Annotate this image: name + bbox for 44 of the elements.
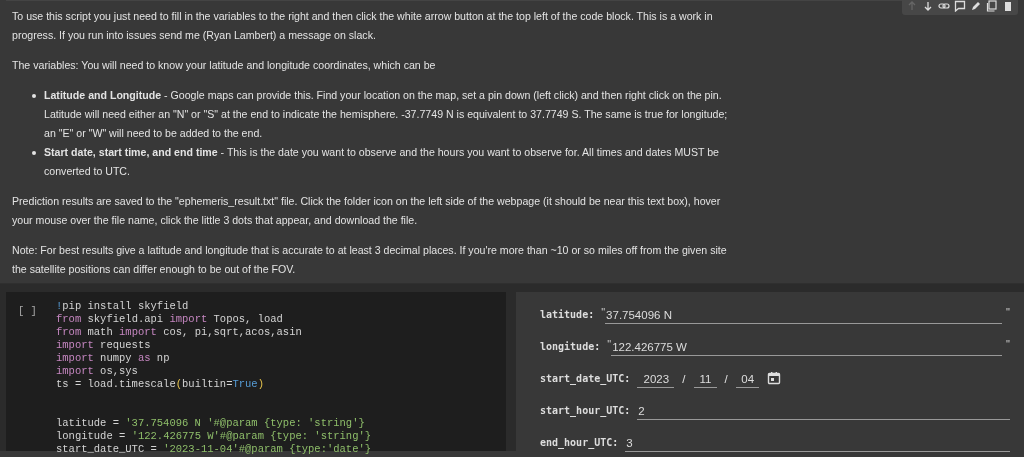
code-line: from math import cos, pi,sqrt,acos,asin	[56, 326, 302, 338]
link-icon[interactable]	[938, 0, 950, 12]
date-field[interactable]: 11	[693, 373, 717, 388]
calendar-icon[interactable]	[766, 371, 781, 385]
quote-mark: "	[1006, 306, 1010, 320]
paragraph: Prediction results are saved to the "ephemeris_result.txt" file. Click the folder icon on the left side of the webpage (it should be near this text box), hover your mouse over the file name, click the little 3 dots that appear, and download the file.	[12, 194, 722, 228]
code-line: latitude = '37.754096 N '#@param {type: 'string'}	[56, 417, 365, 429]
field-label: start_hour_UTC:	[540, 405, 631, 419]
quote-mark: "	[607, 338, 612, 352]
input-field[interactable]: 3	[625, 437, 1010, 452]
quote-mark: "	[1006, 338, 1010, 352]
input-field[interactable]: 2	[637, 405, 1010, 420]
move-down-icon[interactable]	[922, 0, 934, 12]
input-field[interactable]: 122.426775 W	[611, 341, 1003, 356]
comment-icon[interactable]	[954, 0, 966, 12]
copy-icon[interactable]	[986, 0, 998, 12]
run-button[interactable]: [ ]	[18, 305, 37, 317]
date-field[interactable]: 04	[735, 373, 759, 388]
paragraph: Note: For best results give a latitude and longitude that is accurate to at least 3 decimal places. If you're more than ~10 or so miles off from the given site the satellite positions can differ enough to be out of the FOV.	[12, 243, 727, 277]
list-item: Latitude and Longitude - Google maps can provide this. Find your location on the map, set a pin down (left click) and then right click on the pin. Latitude will need either an "N" or "S" at the end to indicate the hemisphere. -37.7749 N is equivalent to 37.7749 S. The same is true for longitude; an "E" or "W" will need to be added to the end.	[44, 88, 729, 141]
date-separator: /	[682, 373, 686, 387]
quote-mark: "	[601, 306, 606, 320]
code-line: import requests	[56, 339, 151, 351]
bullet-icon	[32, 94, 36, 98]
code-line: from skyfield.api import Topos, load	[56, 313, 283, 325]
paragraph: To use this script you just need to fill in the variables to the right and then click the white arrow button at the top left of the code block. This is a work in progress. If you run into issues send me (Ryan Lambert) a message on slack.	[12, 9, 714, 43]
input-field[interactable]: 37.754096 N	[605, 309, 1003, 324]
code-line: ts = load.timescale(builtin=True)	[56, 378, 264, 390]
paragraph: The variables: You will need to know your latitude and longitude coordinates, which can be	[12, 58, 437, 73]
code-line: longitude = '122.426775 W'#@param {type: 'string'}	[56, 430, 372, 442]
code-line: start_date_UTC = '2023-11-04'#@param {type:'date'}	[56, 443, 372, 455]
pencil-icon[interactable]	[970, 0, 982, 12]
field-label: end_hour_UTC:	[540, 437, 619, 451]
date-field[interactable]: 2023	[637, 373, 675, 388]
trash-icon[interactable]	[1002, 0, 1014, 12]
code-line: import os,sys	[56, 365, 138, 377]
bullet-icon	[32, 151, 36, 155]
field-label: start_date_UTC:	[540, 373, 631, 387]
field-label: latitude:	[540, 309, 595, 322]
date-separator: /	[724, 373, 728, 387]
field-label: longitude:	[540, 341, 601, 354]
list-item: Start date, start time, and end time - This is the date you want to observe and the hours you want to observe for. All times and dates MUST be converted to UTC.	[44, 145, 720, 179]
code-line: !pip install skyfield	[56, 300, 189, 312]
code-line: import numpy as np	[56, 352, 170, 364]
